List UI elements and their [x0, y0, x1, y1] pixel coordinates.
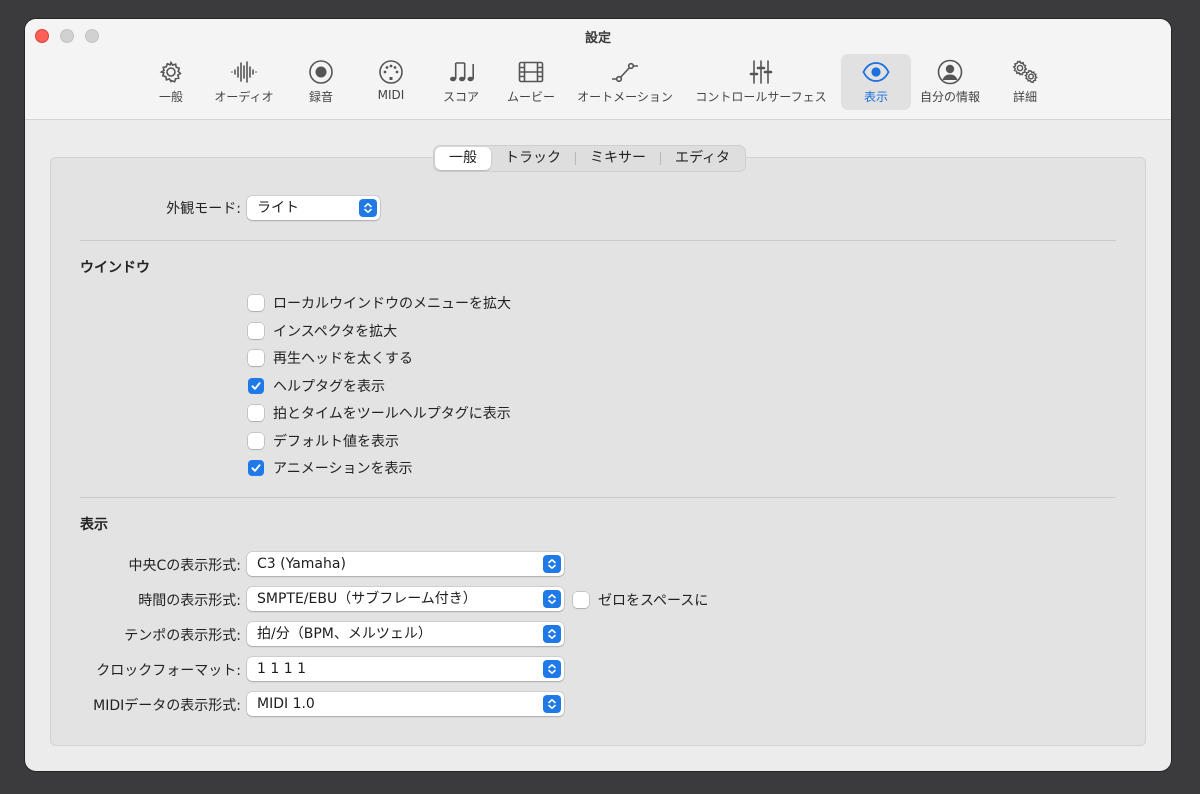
toolbar-item-label: 自分の情報: [919, 90, 980, 104]
waveform-icon: [231, 61, 257, 83]
toolbar-item-general[interactable]: 一般: [151, 54, 191, 110]
midi-data-format-value: MIDI 1.0: [257, 696, 315, 712]
midi-data-format-label: MIDIデータの表示形式:: [93, 698, 241, 714]
option-label: ゼロをスペースに: [598, 593, 709, 609]
checkbox-checked[interactable]: [248, 460, 264, 476]
toolbar-item-label: スコア: [442, 90, 479, 104]
option-label: ローカルウインドウのメニューを拡大: [273, 296, 511, 312]
tab-editors[interactable]: エディタ: [661, 147, 744, 170]
settings-window: 設定 一般 オーディオ 録音 MIDI スコア ムービー オートメーション コン…: [25, 19, 1171, 771]
chevron-updown-icon: [543, 660, 561, 678]
toolbar-item-label: コントロールサーフェス: [695, 90, 827, 104]
toolbar-item-label: ムービー: [506, 90, 555, 104]
option-large-local-menus[interactable]: ローカルウインドウのメニューを拡大: [248, 293, 511, 313]
toolbar-item-display[interactable]: 表示: [841, 54, 911, 110]
section-divider: [80, 240, 1116, 241]
automation-curve-icon: [612, 62, 638, 83]
appearance-value: ライト: [257, 200, 299, 216]
toolbar-item-my-info[interactable]: 自分の情報: [917, 54, 983, 110]
checkbox[interactable]: [248, 433, 264, 449]
midi-port-icon: [379, 60, 403, 84]
option-show-help-tags[interactable]: ヘルプタグを表示: [248, 376, 385, 396]
toolbar-item-label: 表示: [863, 90, 888, 104]
appearance-label: 外観モード:: [166, 201, 241, 217]
window-title: 設定: [584, 31, 611, 46]
toolbar-item-label: オーディオ: [214, 90, 274, 104]
toolbar-item-advanced[interactable]: 詳細: [1005, 54, 1045, 110]
option-label: デフォルト値を表示: [273, 434, 399, 450]
record-icon: [309, 60, 333, 84]
toolbar-item-record[interactable]: 録音: [301, 54, 341, 110]
settings-panel: [50, 157, 1146, 746]
tab-general[interactable]: 一般: [435, 147, 491, 170]
clock-format-value: 1 1 1 1: [257, 661, 306, 677]
middle-c-label: 中央Cの表示形式:: [128, 558, 242, 574]
option-label: インスペクタを拡大: [273, 324, 398, 340]
toolbar-item-audio[interactable]: オーディオ: [209, 54, 279, 110]
option-label: 拍とタイムをツールヘルプタグに表示: [273, 406, 511, 422]
checkmark-icon: [251, 382, 261, 390]
toolbar-item-label: MIDI: [377, 88, 405, 102]
checkbox-checked[interactable]: [248, 378, 264, 394]
sliders-icon: [749, 60, 773, 84]
toolbar: 設定 一般 オーディオ 録音 MIDI スコア ムービー オートメーション コン…: [25, 19, 1171, 120]
chevron-updown-icon: [543, 590, 561, 608]
window-section-title: ウインドウ: [80, 260, 150, 276]
time-display-label: 時間の表示形式:: [138, 593, 241, 609]
time-display-value: SMPTE/EBU（サブフレーム付き）: [257, 591, 477, 607]
eye-icon: [862, 62, 890, 82]
chevron-updown-icon: [543, 625, 561, 643]
toolbar-item-label: 一般: [158, 90, 183, 104]
checkbox[interactable]: [248, 323, 264, 339]
chevron-updown-icon: [543, 695, 561, 713]
tempo-display-popup[interactable]: 拍/分（BPM、メルツェル）: [247, 622, 564, 646]
checkbox[interactable]: [248, 350, 264, 366]
toolbar-item-movie[interactable]: ムービー: [502, 54, 560, 110]
toolbar-item-label: オートメーション: [577, 90, 673, 104]
toolbar-item-label: 録音: [308, 90, 333, 104]
clock-format-label: クロックフォーマット:: [96, 663, 241, 679]
option-show-default-values[interactable]: デフォルト値を表示: [248, 431, 399, 451]
chevron-updown-icon: [359, 199, 377, 217]
toolbar-item-automation[interactable]: オートメーション: [573, 54, 677, 110]
gear-icon: [159, 60, 182, 83]
tempo-display-label: テンポの表示形式:: [124, 628, 241, 644]
display-section-title: 表示: [80, 517, 108, 533]
chevron-updown-icon: [543, 555, 561, 573]
toolbar-item-score[interactable]: スコア: [439, 54, 483, 110]
option-beats-time-in-help-tags[interactable]: 拍とタイムをツールヘルプタグに表示: [248, 403, 511, 423]
toolbar-item-control-surfaces[interactable]: コントロールサーフェス: [689, 54, 833, 110]
gears-icon: [1012, 59, 1038, 84]
option-wide-playhead[interactable]: 再生ヘッドを太くする: [248, 348, 413, 368]
tempo-display-value: 拍/分（BPM、メルツェル）: [257, 626, 432, 642]
option-label: 再生ヘッドを太くする: [273, 351, 413, 367]
option-label: アニメーションを表示: [273, 461, 413, 477]
tab-mixer[interactable]: ミキサー: [576, 147, 660, 170]
checkbox[interactable]: [573, 592, 589, 608]
tab-bar: 一般 トラック ミキサー エディタ: [433, 145, 747, 172]
time-display-popup[interactable]: SMPTE/EBU（サブフレーム付き）: [247, 587, 564, 611]
middle-c-value: C3 (Yamaha): [257, 556, 346, 572]
toolbar-item-midi[interactable]: MIDI: [371, 54, 411, 110]
section-divider: [80, 497, 1116, 498]
option-large-inspector[interactable]: インスペクタを拡大: [248, 321, 397, 341]
person-icon: [937, 59, 963, 85]
midi-data-format-popup[interactable]: MIDI 1.0: [247, 692, 564, 716]
film-icon: [518, 61, 544, 83]
appearance-popup[interactable]: ライト: [247, 196, 380, 220]
middle-c-popup[interactable]: C3 (Yamaha): [247, 552, 564, 576]
clock-format-popup[interactable]: 1 1 1 1: [247, 657, 564, 681]
option-label: ヘルプタグを表示: [273, 379, 385, 395]
toolbar-item-label: 詳細: [1012, 90, 1037, 104]
checkmark-icon: [251, 464, 261, 472]
notes-icon: [450, 62, 475, 82]
option-zero-as-space[interactable]: ゼロをスペースに: [573, 590, 708, 610]
checkbox[interactable]: [248, 295, 264, 311]
checkbox[interactable]: [248, 405, 264, 421]
option-show-animations[interactable]: アニメーションを表示: [248, 458, 412, 478]
tab-tracks[interactable]: トラック: [491, 147, 575, 170]
